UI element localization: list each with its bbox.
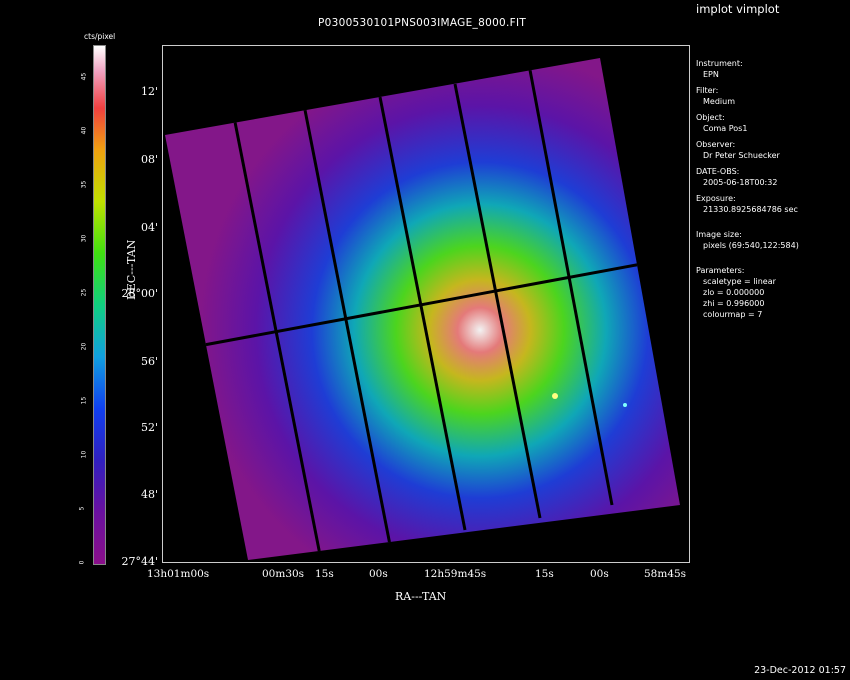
x-tick-label: 15s	[535, 568, 554, 580]
instrument-label: Instrument:	[696, 59, 743, 68]
date-label: DATE-OBS:	[696, 167, 740, 176]
object-value: Coma Pos1	[703, 124, 748, 133]
y-tick-label: 56'	[140, 355, 158, 368]
date-value: 2005-06-18T00:32	[703, 178, 778, 187]
param-zlo: zlo = 0.000000	[703, 288, 765, 297]
object-label: Object:	[696, 113, 725, 122]
param-colourmap: colourmap = 7	[703, 310, 763, 319]
observer-label: Observer:	[696, 140, 736, 149]
y-tick-label: 48'	[140, 488, 158, 501]
info-panel: Instrument: EPN Filter: Medium Object: Coma…	[696, 58, 846, 325]
footer-date: 23-Dec-2012 01:57	[754, 665, 846, 676]
y-tick-label: 04'	[140, 221, 158, 234]
x-tick-label: 13h01m00s	[147, 568, 210, 580]
filter-label: Filter:	[696, 86, 719, 95]
y-tick-label: 52'	[140, 421, 158, 434]
x-tick-label: 15s	[315, 568, 334, 580]
y-tick-label: 27°44'	[121, 555, 158, 568]
x-tick-label: 00m30s	[262, 568, 305, 580]
params-label: Parameters:	[696, 266, 745, 275]
instrument-value: EPN	[703, 70, 719, 79]
y-tick-label: 28°00'	[121, 287, 158, 300]
size-label: Image size:	[696, 230, 742, 239]
observer-value: Dr Peter Schuecker	[703, 151, 780, 160]
x-tick-label: 12h59m45s	[424, 568, 487, 580]
x-axis-label: RA---TAN	[395, 590, 447, 603]
param-scaletype: scaletype = linear	[703, 277, 776, 286]
x-tick-label: 00s	[590, 568, 609, 580]
filter-value: Medium	[703, 97, 735, 106]
size-value: pixels (69:540,122:584)	[703, 241, 799, 250]
y-tick-label: 08'	[140, 153, 158, 166]
x-tick-label: 00s	[369, 568, 388, 580]
x-tick-label: 58m45s	[644, 568, 687, 580]
exposure-label: Exposure:	[696, 194, 736, 203]
exposure-value: 21330.8925684786 sec	[703, 205, 798, 214]
y-tick-label: 12'	[140, 85, 158, 98]
param-zhi: zhi = 0.996000	[703, 299, 765, 308]
